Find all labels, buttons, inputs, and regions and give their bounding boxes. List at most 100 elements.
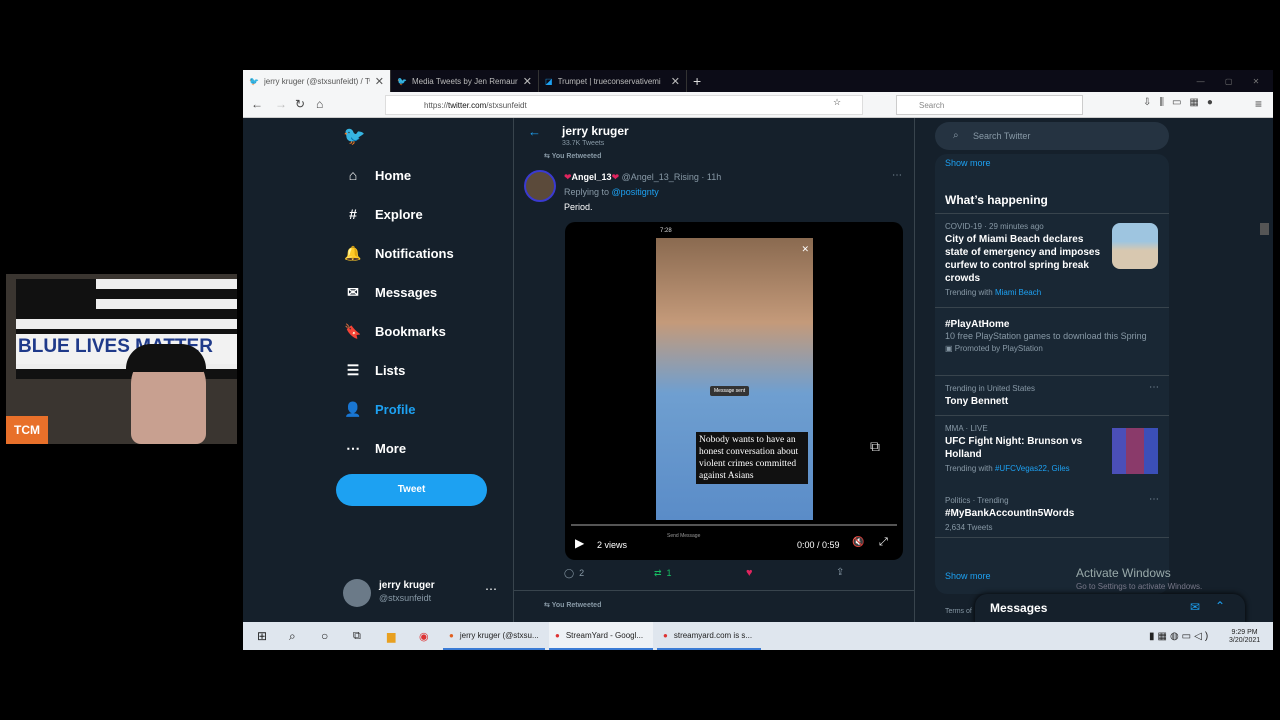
flag-stars <box>16 279 96 319</box>
nav-messages[interactable]: ✉ Messages <box>343 284 437 301</box>
taskbar-app-streamyard[interactable]: ● StreamYard - Googl... <box>549 622 653 650</box>
video-frame: 7:28 ✕ Message sent Nobody wants to have… <box>656 228 813 520</box>
tweet-author[interactable]: ❤Angel_13❤ @Angel_13_Rising · 11h <box>564 172 721 183</box>
reply-button[interactable]: ◯ 2 <box>564 568 584 579</box>
maximize-icon[interactable]: ▢ <box>1225 77 1233 86</box>
tcm-badge: TCM <box>6 416 48 444</box>
close-icon: ✕ <box>801 244 809 254</box>
page-title: jerry kruger <box>562 124 629 138</box>
messages-drawer[interactable]: Messages ✉ ⌃ <box>975 594 1245 624</box>
view-count: 2 views <box>597 540 628 550</box>
nav-bookmarks[interactable]: 🔖 Bookmarks <box>343 323 446 340</box>
right-sidebar: Search Twitter ⌕ Show more What’s happen… <box>935 118 1245 624</box>
new-tab-button[interactable]: + <box>687 70 717 92</box>
list-icon: ☰ <box>346 362 360 378</box>
tweet-text: Period. <box>564 202 593 212</box>
close-window-icon[interactable]: ✕ <box>1253 77 1260 86</box>
activate-windows-title: Activate Windows <box>1076 566 1171 580</box>
retweet-button[interactable]: ⇄ 1 <box>654 568 672 579</box>
menu-icon[interactable]: ≡ <box>1255 97 1262 111</box>
main-column: ← jerry kruger 33.7K Tweets ⇆ You Retwee… <box>513 118 915 622</box>
url-bar[interactable]: https://twitter.com/stxsunfeidt <box>385 95 863 115</box>
clock[interactable]: 9:29 PM 3/20/2021 <box>1223 622 1266 650</box>
share-icon[interactable]: ⇪ <box>836 567 844 578</box>
taskbar-app-streamyard-2[interactable]: ● streamyard.com is s... <box>657 622 761 650</box>
retweeted-label: ⇆ You Retweeted <box>544 153 602 160</box>
scrollbar-thumb[interactable] <box>1260 223 1269 235</box>
forward-icon[interactable]: → <box>275 97 287 111</box>
windows-start-icon[interactable]: ⊞ <box>251 622 273 650</box>
like-button[interactable]: ♥ <box>746 567 753 579</box>
cortana-icon[interactable]: ○ <box>315 622 334 650</box>
back-icon[interactable]: ← <box>251 97 263 111</box>
search-icon: ⌕ <box>953 130 959 141</box>
show-more-link[interactable]: Show more <box>945 571 991 581</box>
task-view-icon[interactable]: ⧉ <box>347 622 367 650</box>
expand-icon[interactable]: ⌃ <box>1215 599 1225 613</box>
nav-notifications[interactable]: 🔔 Notifications <box>343 245 453 262</box>
play-icon[interactable]: ▶ <box>575 536 584 550</box>
search-icon[interactable]: ⌕ <box>283 622 302 650</box>
browser-search-input[interactable]: Search <box>896 95 1083 115</box>
minimize-icon[interactable]: — <box>1197 77 1205 86</box>
close-tab-icon[interactable]: ✕ <box>671 75 680 88</box>
browser-tab[interactable]: 🐦 Media Tweets by Jen Remauro ✕ <box>391 70 539 92</box>
chrome-icon[interactable]: ◉ <box>413 622 435 650</box>
tweet-more-icon[interactable]: ⋯ <box>892 170 902 181</box>
back-arrow-icon[interactable]: ← <box>528 124 541 139</box>
retweeted-label: ⇆ You Retweeted <box>544 602 602 609</box>
account-switcher[interactable]: jerry kruger @stxsunfeidt ⋯ <box>343 576 503 610</box>
more-icon[interactable]: ⋯ <box>1149 382 1159 393</box>
promoted-label: ▣ Promoted by PlayStation <box>945 344 1043 353</box>
nav-bar: ← → ↻ ⌂ https://twitter.com/stxsunfeidt … <box>243 92 1273 118</box>
more-icon[interactable]: ⋯ <box>485 582 497 596</box>
close-tab-icon[interactable]: ✕ <box>523 75 532 88</box>
video-caption: Nobody wants to have an honest conversat… <box>696 432 808 484</box>
nav-explore[interactable]: # Explore <box>343 206 423 222</box>
tweet-avatar[interactable] <box>524 170 556 202</box>
bookmark-icon: 🔖 <box>344 323 362 339</box>
nav-home[interactable]: ⌂ Home <box>343 167 411 183</box>
close-tab-icon[interactable]: ✕ <box>375 75 384 88</box>
browser-tab[interactable]: 🐦 jerry kruger (@stxsunfeidt) / Tw ✕ <box>243 70 391 92</box>
file-explorer-icon[interactable]: ▆ <box>381 622 401 650</box>
show-more-top-link[interactable]: Show more <box>945 158 991 168</box>
more-icon[interactable]: ⋯ <box>1149 494 1159 505</box>
window-controls[interactable]: — ▢ ✕ <box>1183 70 1273 92</box>
mute-icon[interactable]: 🔇 <box>852 537 864 548</box>
trend-item[interactable]: COVID-19 · 29 minutes ago City of Miami B… <box>935 214 1169 308</box>
nav-lists[interactable]: ☰ Lists <box>343 362 406 379</box>
trend-item[interactable]: MMA · LIVE UFC Fight Night: Brunson vs Ho… <box>935 416 1169 488</box>
trend-item[interactable]: #PlayAtHome 10 free PlayStation games to … <box>935 308 1169 376</box>
toolbar-icons[interactable]: ⇩⫼▭▦● <box>1143 97 1221 108</box>
browser-tab[interactable]: ◪ Trumpet | trueconservativemi ✕ <box>539 70 687 92</box>
twitter-logo-icon[interactable]: 🐦 <box>343 126 365 147</box>
new-message-icon[interactable]: ✉ <box>1190 600 1200 614</box>
nav-profile[interactable]: 👤 Profile <box>343 401 415 418</box>
twitter-icon: 🐦 <box>397 76 407 86</box>
video-progress-bar[interactable] <box>571 524 897 526</box>
fullscreen-icon[interactable]: ⤢ <box>879 536 888 549</box>
site-icon: ◪ <box>545 76 553 86</box>
nav-more[interactable]: ⋯ More <box>343 440 406 457</box>
video-time: 0:00 / 0:59 <box>797 540 840 550</box>
trend-item[interactable]: Trending in United States Tony Bennett ⋯ <box>935 376 1169 416</box>
video-player[interactable]: 7:28 ✕ Message sent Nobody wants to have… <box>565 222 903 560</box>
section-title: What’s happening <box>945 193 1048 207</box>
twitter-page: 🐦 ⌂ Home # Explore 🔔 Notifications ✉ Message… <box>243 118 1273 624</box>
taskbar-app-firefox[interactable]: ● jerry kruger (@stxsu... <box>443 622 545 650</box>
tray-icons[interactable]: ▮▦◍▭◁) <box>1143 622 1217 650</box>
activate-windows-sub: Go to Settings to activate Windows. <box>1076 582 1203 591</box>
tab-bar: 🐦 jerry kruger (@stxsunfeidt) / Tw ✕ 🐦 Medi… <box>243 70 1273 92</box>
tweet-button[interactable]: Tweet <box>336 474 487 506</box>
home-icon[interactable]: ⌂ <box>316 97 323 111</box>
twitter-icon: 🐦 <box>249 76 259 86</box>
tweet-count: 33.7K Tweets <box>562 140 605 147</box>
trend-item[interactable]: Politics · Trending #MyBankAccountIn5Word… <box>935 488 1169 538</box>
bookmark-star-icon[interactable]: ☆ <box>833 97 841 108</box>
search-twitter-input[interactable]: Search Twitter <box>935 122 1169 150</box>
reload-icon[interactable]: ↻ <box>295 97 305 111</box>
avatar <box>343 579 371 607</box>
picture-in-picture-icon[interactable]: ⧉ <box>870 438 880 455</box>
cap <box>126 344 206 372</box>
